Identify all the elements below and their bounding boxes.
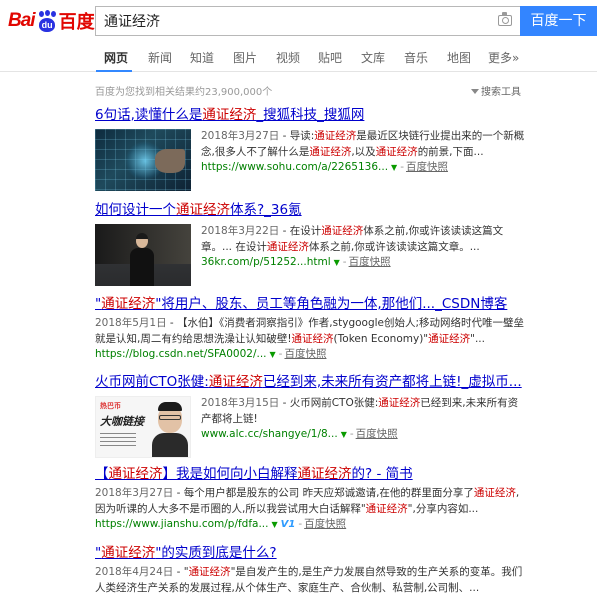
tab-tieba[interactable]: 贴吧 bbox=[318, 49, 342, 66]
tab-video[interactable]: 视频 bbox=[276, 49, 300, 66]
search-tools-button[interactable]: 搜索工具 bbox=[471, 83, 521, 98]
tab-zhidao[interactable]: 知道 bbox=[190, 49, 214, 66]
chevron-down-icon[interactable]: ▼ bbox=[270, 350, 276, 359]
snapshot-link[interactable]: 百度快照 bbox=[284, 348, 326, 360]
tab-images[interactable]: 图片 bbox=[233, 49, 257, 66]
search-result: "通证经济"将用户、股东、员工等角色融为一体,那他们..._CSDN博客 201… bbox=[95, 296, 525, 360]
search-box bbox=[95, 6, 520, 36]
search-result: 火币网前CTO张健:通证经济已经到来,未来所有资产都将上链!_虚拟币... 热巴… bbox=[95, 374, 525, 458]
result-title-link[interactable]: 【通证经济】我是如何向小白解释通证经济的? - 简书 bbox=[95, 466, 525, 483]
paw-icon: du bbox=[36, 10, 58, 32]
camera-icon[interactable] bbox=[498, 12, 512, 26]
chevron-down-icon[interactable]: ▼ bbox=[334, 258, 340, 267]
result-thumbnail[interactable] bbox=[95, 129, 191, 191]
logo-bai-text: Bai bbox=[8, 10, 36, 31]
tab-web[interactable]: 网页 bbox=[104, 49, 128, 66]
snapshot-link[interactable]: 百度快照 bbox=[304, 518, 346, 530]
result-url[interactable]: https://blog.csdn.net/SFA0002/... bbox=[95, 348, 267, 360]
result-title-link[interactable]: 火币网前CTO张健:通证经济已经到来,未来所有资产都将上链!_虚拟币... bbox=[95, 374, 525, 391]
chevron-down-icon[interactable]: ▼ bbox=[341, 430, 347, 439]
result-abstract: 2018年3月27日 - 每个用户都是股东的公司 昨天应郑诚邀请,在他的群里面分… bbox=[95, 487, 520, 515]
result-url[interactable]: https://www.jianshu.com/p/fdfa... bbox=[95, 518, 269, 530]
search-result: "通证经济"的实质到底是什么? 2018年4月24日 - "通证经济"是自发产生… bbox=[95, 545, 525, 596]
baidu-logo[interactable]: Bai du 百度 bbox=[8, 8, 95, 34]
search-button[interactable]: 百度一下 bbox=[520, 6, 597, 36]
result-url[interactable]: www.alc.cc/shangye/1/8... bbox=[201, 428, 338, 440]
tab-wenku[interactable]: 文库 bbox=[361, 49, 385, 66]
result-thumbnail[interactable] bbox=[95, 224, 191, 286]
header: Bai du 百度 百度一下 bbox=[0, 0, 597, 40]
v1-badge[interactable]: V1 bbox=[281, 519, 296, 530]
tab-music[interactable]: 音乐 bbox=[404, 49, 428, 66]
search-input[interactable] bbox=[96, 7, 476, 35]
result-url[interactable]: 36kr.com/p/51252...html bbox=[201, 256, 331, 268]
search-tabs: 网页 新闻 知道 图片 视频 贴吧 文库 音乐 地图 更多» bbox=[0, 46, 597, 72]
result-title-link[interactable]: 如何设计一个通证经济体系?_36氪 bbox=[95, 202, 525, 219]
tab-news[interactable]: 新闻 bbox=[148, 49, 172, 66]
search-result: 6句话,读懂什么是通证经济_搜狐科技_搜狐网 2018年3月27日 - 导读:通… bbox=[95, 107, 525, 191]
result-abstract: 2018年3月27日 - 导读:通证经济是最近区块链行业提出来的一个新概念,很多… bbox=[201, 130, 525, 158]
result-abstract: 2018年3月22日 - 在设计通证经济体系之前,你或许该读读这篇文章。... … bbox=[201, 225, 504, 253]
result-abstract: 2018年3月15日 - 火币网前CTO张健:通证经济已经到来,未来所有资产都将… bbox=[201, 397, 519, 425]
snapshot-link[interactable]: 百度快照 bbox=[406, 161, 448, 173]
chevron-down-icon[interactable]: ▼ bbox=[272, 520, 278, 529]
snapshot-link[interactable]: 百度快照 bbox=[349, 256, 391, 268]
tab-more[interactable]: 更多» bbox=[488, 49, 519, 66]
result-title-link[interactable]: 6句话,读懂什么是通证经济_搜狐科技_搜狐网 bbox=[95, 107, 525, 124]
filter-icon bbox=[471, 89, 479, 94]
search-result: 【通证经济】我是如何向小白解释通证经济的? - 简书 2018年3月27日 - … bbox=[95, 466, 525, 532]
result-title-link[interactable]: "通证经济"将用户、股东、员工等角色融为一体,那他们..._CSDN博客 bbox=[95, 296, 525, 313]
active-tab-indicator bbox=[96, 70, 132, 72]
result-abstract: 2018年5月1日 - 【水伯】《消费者洞察指引》作者,stygoogle创始人… bbox=[95, 317, 525, 345]
result-thumbnail[interactable]: 热巴币 大咖链接 bbox=[95, 396, 191, 458]
logo-zh-text: 百度 bbox=[58, 12, 95, 33]
result-title-link[interactable]: "通证经济"的实质到底是什么? bbox=[95, 545, 525, 562]
result-url[interactable]: https://www.sohu.com/a/2265136... bbox=[201, 161, 388, 173]
snapshot-link[interactable]: 百度快照 bbox=[356, 428, 398, 440]
chevron-down-icon[interactable]: ▼ bbox=[391, 163, 397, 172]
tab-map[interactable]: 地图 bbox=[447, 49, 471, 66]
search-result: 如何设计一个通证经济体系?_36氪 2018年3月22日 - 在设计通证经济体系… bbox=[95, 202, 525, 286]
result-abstract: 2018年4月24日 - "通证经济"是自发产生的,是生产力发展自然导致的生产关… bbox=[95, 566, 523, 594]
result-count: 百度为您找到相关结果约23,900,000个 bbox=[95, 87, 273, 98]
